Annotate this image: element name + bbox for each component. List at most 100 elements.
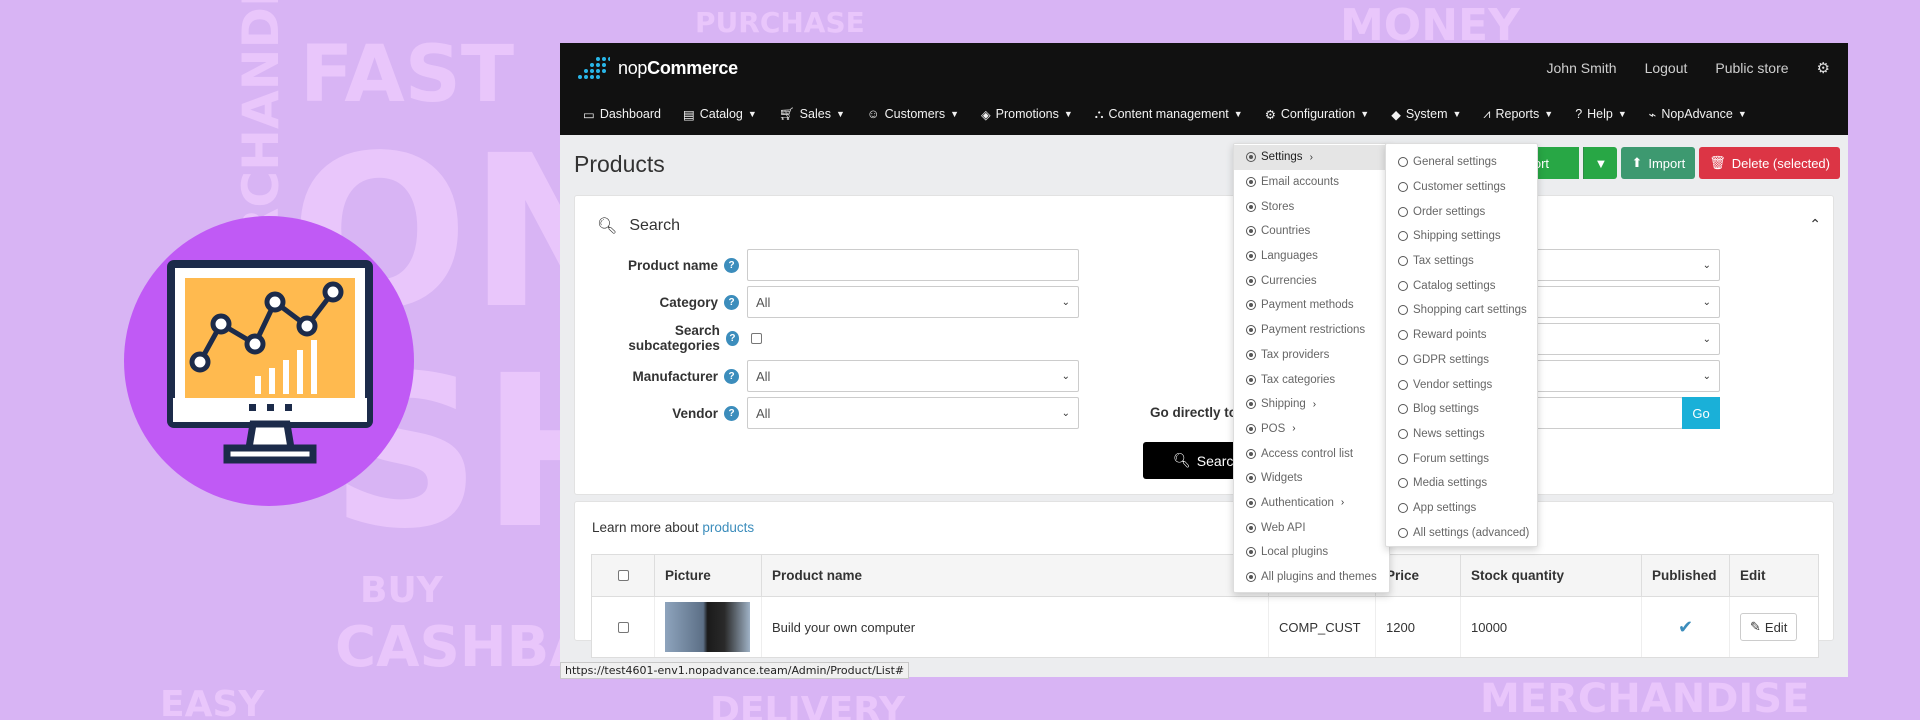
settings-menu-item[interactable]: Forum settings: [1386, 446, 1537, 471]
settings-menu-item[interactable]: Customer settings: [1386, 175, 1537, 200]
nav-nopadvance[interactable]: ⌁ NopAdvance ▼: [1638, 107, 1758, 122]
help-icon[interactable]: ?: [724, 405, 739, 421]
dot-circle-icon: [1246, 152, 1256, 163]
nav-reports[interactable]: ⩘ Reports ▼: [1472, 107, 1564, 122]
nav-dashboard[interactable]: ▭ Dashboard: [572, 107, 672, 122]
config-menu-item[interactable]: POS ›: [1234, 417, 1389, 442]
config-menu-item[interactable]: Web API: [1234, 515, 1389, 540]
help-icon[interactable]: ?: [724, 257, 739, 273]
settings-menu-item[interactable]: Shipping settings: [1386, 224, 1537, 249]
right-select-3[interactable]: ⌄: [1536, 323, 1720, 355]
config-menu-item[interactable]: Access control list: [1234, 441, 1389, 466]
logo[interactable]: nopCommerce: [578, 57, 738, 79]
settings-submenu: General settings Customer settings Order s…: [1385, 143, 1538, 547]
settings-menu-item[interactable]: Vendor settings: [1386, 372, 1537, 397]
config-menu-item[interactable]: Widgets: [1234, 466, 1389, 491]
dot-circle-icon: [1246, 399, 1256, 410]
nav-sales[interactable]: 🛒︎ Sales ▼: [768, 107, 856, 122]
settings-menu-item[interactable]: Tax settings: [1386, 249, 1537, 274]
subcategories-checkbox[interactable]: [751, 332, 762, 344]
config-menu-item[interactable]: Authentication ›: [1234, 491, 1389, 516]
config-menu-item[interactable]: Settings ›: [1234, 145, 1389, 170]
right-select-1[interactable]: ⌄: [1536, 249, 1720, 281]
search-icon: 🔍︎: [1173, 452, 1191, 468]
right-select-2[interactable]: ⌄: [1536, 286, 1720, 318]
select-value: All: [756, 368, 771, 384]
circle-icon: [1398, 157, 1408, 168]
nav-promotions[interactable]: ◈ Promotions ▼: [970, 107, 1084, 122]
import-button[interactable]: ⬆ Import: [1621, 147, 1696, 179]
monitor-icon: ▭: [583, 107, 595, 122]
settings-menu-item[interactable]: Catalog settings: [1386, 273, 1537, 298]
label-text: Product name: [627, 257, 718, 273]
help-icon[interactable]: ?: [724, 368, 739, 384]
search-panel-header[interactable]: 🔍︎ Search ⌃: [575, 196, 1833, 256]
config-menu-item[interactable]: Tax providers: [1234, 343, 1389, 368]
manufacturer-select[interactable]: All ⌄: [747, 360, 1079, 392]
category-select[interactable]: All ⌄: [747, 286, 1079, 318]
chevron-down-icon: ▼: [950, 109, 959, 119]
product-thumbnail: [665, 602, 750, 652]
user-name[interactable]: John Smith: [1547, 60, 1617, 76]
product-name-input[interactable]: [747, 249, 1079, 281]
circle-icon: [1398, 182, 1408, 193]
settings-menu-item[interactable]: Media settings: [1386, 471, 1537, 496]
col-edit[interactable]: Edit: [1730, 555, 1818, 596]
help-icon[interactable]: ?: [724, 294, 739, 310]
settings-menu-item[interactable]: Blog settings: [1386, 397, 1537, 422]
chevron-down-icon: ⌄: [1061, 370, 1070, 382]
nav-catalog[interactable]: ▤ Catalog ▼: [672, 107, 768, 122]
settings-menu-item[interactable]: App settings: [1386, 496, 1537, 521]
settings-menu-item[interactable]: Shopping cart settings: [1386, 298, 1537, 323]
help-icon[interactable]: ?: [725, 330, 739, 346]
logout-link[interactable]: Logout: [1645, 60, 1688, 76]
settings-menu-item[interactable]: News settings: [1386, 422, 1537, 447]
public-store-link[interactable]: Public store: [1715, 60, 1788, 76]
config-menu-item[interactable]: Tax categories: [1234, 367, 1389, 392]
col-stock-quantity[interactable]: Stock quantity: [1461, 555, 1642, 596]
config-menu-item[interactable]: Payment methods: [1234, 293, 1389, 318]
logo-text: nopCommerce: [618, 58, 738, 79]
nav-help[interactable]: ? Help ▼: [1564, 107, 1638, 121]
config-menu-item[interactable]: Stores: [1234, 194, 1389, 219]
vendor-select[interactable]: All ⌄: [747, 397, 1079, 429]
right-select-4[interactable]: ⌄: [1536, 360, 1720, 392]
config-menu-item[interactable]: Email accounts: [1234, 170, 1389, 195]
settings-menu-item[interactable]: Order settings: [1386, 199, 1537, 224]
category-label: Category?: [597, 294, 747, 310]
settings-menu-item[interactable]: Reward points: [1386, 323, 1537, 348]
circle-icon: [1398, 379, 1408, 390]
gears-icon[interactable]: ⚙: [1817, 59, 1830, 77]
chevron-up-icon[interactable]: ⌃: [1809, 216, 1821, 233]
pencil-icon: ✎: [1750, 619, 1761, 634]
go-button[interactable]: Go: [1682, 397, 1720, 429]
export-dropdown-toggle[interactable]: ▼: [1583, 147, 1618, 179]
config-menu-item[interactable]: Payment restrictions: [1234, 318, 1389, 343]
config-menu-item[interactable]: All plugins and themes: [1234, 565, 1389, 590]
col-product-name[interactable]: Product name: [762, 555, 1269, 596]
products-link[interactable]: products: [702, 520, 754, 535]
nav-customers[interactable]: ☺ Customers ▼: [856, 107, 970, 121]
settings-menu-item[interactable]: GDPR settings: [1386, 348, 1537, 373]
settings-menu-item[interactable]: General settings: [1386, 150, 1537, 175]
nav-label: Promotions: [995, 107, 1059, 121]
delete-selected-button[interactable]: 🗑︎ Delete (selected): [1699, 147, 1840, 179]
col-published[interactable]: Published: [1642, 555, 1730, 596]
caret-down-icon: ▼: [1594, 155, 1608, 171]
chevron-down-icon: ▼: [835, 109, 845, 119]
circle-icon: [1398, 428, 1408, 439]
nav-system[interactable]: ◆ System ▼: [1380, 107, 1472, 122]
config-menu-item[interactable]: Currencies: [1234, 268, 1389, 293]
nav-configuration[interactable]: ⚙ Configuration ▼: [1254, 107, 1381, 122]
col-picture[interactable]: Picture: [655, 555, 762, 596]
config-menu-item[interactable]: Local plugins: [1234, 540, 1389, 565]
select-all-checkbox[interactable]: [617, 570, 629, 581]
row-checkbox[interactable]: [617, 621, 629, 633]
config-menu-item[interactable]: Countries: [1234, 219, 1389, 244]
edit-button[interactable]: ✎ Edit: [1740, 613, 1798, 641]
chevron-down-icon: ▼: [1233, 109, 1243, 119]
settings-menu-item[interactable]: All settings (advanced): [1386, 520, 1537, 545]
nav-content-management[interactable]: ⛬ Content management ▼: [1084, 107, 1254, 122]
config-menu-item[interactable]: Shipping ›: [1234, 392, 1389, 417]
config-menu-item[interactable]: Languages: [1234, 244, 1389, 269]
